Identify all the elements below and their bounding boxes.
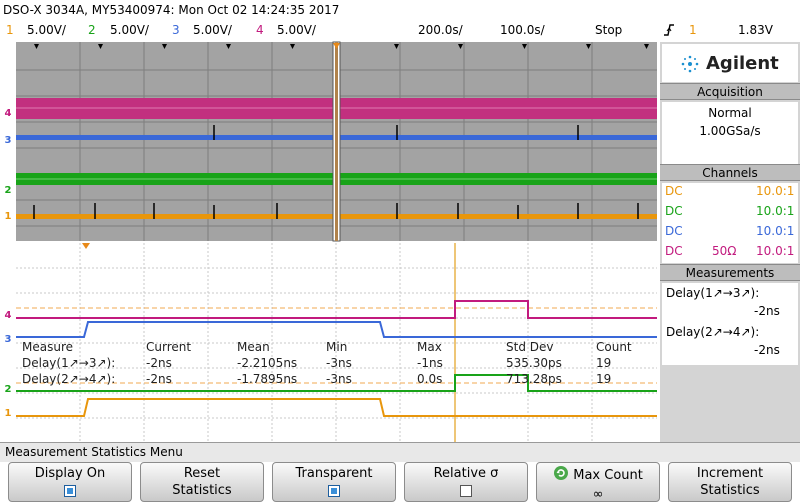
stats-row-2-measure: Delay(2↗→4↗): xyxy=(22,372,116,386)
ch1-ground-marker-lower[interactable]: 1 xyxy=(1,408,15,419)
measurement-1-value: -2ns xyxy=(754,304,780,318)
ch2-number[interactable]: 2 xyxy=(88,23,96,37)
logo-box: Agilent xyxy=(662,44,798,82)
transparent-checkbox[interactable] xyxy=(328,484,340,497)
ch3-ground-marker[interactable]: 3 xyxy=(1,135,15,146)
increment-statistics-button[interactable]: Increment Statistics xyxy=(668,462,792,502)
stats-row-2-max: 0.0s xyxy=(417,372,443,386)
measurements-box[interactable]: Delay(1↗→3↗): -2ns Delay(2↗→4↗): -2ns xyxy=(662,283,798,365)
stats-row-2-mean: -1.7895ns xyxy=(237,372,298,386)
ch1-scale[interactable]: 5.00V/ xyxy=(27,23,66,37)
stats-row-1-stddev: 535.30ps xyxy=(506,356,562,370)
reset-statistics-button[interactable]: Reset Statistics xyxy=(140,462,264,502)
run-state[interactable]: Stop xyxy=(595,23,622,37)
ch1-coupling: DC xyxy=(665,184,683,198)
trigger-channel[interactable]: 1 xyxy=(689,23,697,37)
relative-sigma-button[interactable]: Relative σ xyxy=(404,462,528,502)
max-count-value: ∞ xyxy=(592,487,604,502)
ch3-ground-marker-lower[interactable]: 3 xyxy=(1,334,15,345)
stats-header-mean: Mean xyxy=(237,340,270,354)
acquisition-rate: 1.00GSa/s xyxy=(699,124,761,138)
ch4-ground-marker-lower[interactable]: 4 xyxy=(1,310,15,321)
ch3-number[interactable]: 3 xyxy=(172,23,180,37)
reset-label-1: Reset xyxy=(183,466,221,481)
increment-label-2: Statistics xyxy=(700,483,760,498)
acquisition-box[interactable]: Normal 1.00GSa/s xyxy=(662,102,798,164)
ch1-ground-marker[interactable]: 1 xyxy=(1,211,15,222)
stats-row-1-measure: Delay(1↗→3↗): xyxy=(22,356,116,370)
stats-row-1-current: -2ns xyxy=(146,356,172,370)
stats-row-2-current: -2ns xyxy=(146,372,172,386)
ch2-coupling: DC xyxy=(665,204,683,218)
measurement-2-value: -2ns xyxy=(754,343,780,357)
increment-label-1: Increment xyxy=(696,466,764,481)
ch2-ground-marker-lower[interactable]: 2 xyxy=(1,384,15,395)
transparent-button[interactable]: Transparent xyxy=(272,462,396,502)
menu-title: Measurement Statistics Menu xyxy=(5,445,183,459)
max-count-label: Max Count xyxy=(573,468,643,483)
agilent-logo: Agilent xyxy=(706,53,779,74)
measurement-2-label: Delay(2↗→4↗): xyxy=(666,325,760,339)
delay-readout[interactable]: 100.0s/ xyxy=(500,23,545,37)
measurement-1-label: Delay(1↗→3↗): xyxy=(666,286,760,300)
rising-edge-icon xyxy=(663,22,675,41)
display-on-checkbox[interactable] xyxy=(64,484,76,497)
ch1-probe: 10.0:1 xyxy=(756,184,795,198)
display-on-button[interactable]: Display On xyxy=(8,462,132,502)
transparent-label: Transparent xyxy=(295,466,373,481)
window-title: DSO-X 3034A, MY53400974: Mon Oct 02 14:2… xyxy=(3,3,340,17)
ch3-coupling: DC xyxy=(665,224,683,238)
ch4-impedance: 50Ω xyxy=(712,244,737,258)
channels-box[interactable]: DC 10.0:1 DC 10.0:1 DC 10.0:1 DC 50Ω 10.… xyxy=(662,183,798,263)
max-count-button[interactable]: Max Count ∞ xyxy=(536,462,660,502)
stats-row-1-max: -1ns xyxy=(417,356,443,370)
display-on-label: Display On xyxy=(34,466,106,481)
relative-sigma-label: Relative σ xyxy=(433,466,499,481)
side-panel: Agilent Acquisition Normal 1.00GSa/s Cha… xyxy=(660,42,800,442)
ch2-ground-marker[interactable]: 2 xyxy=(1,185,15,196)
ch3-scale[interactable]: 5.00V/ xyxy=(193,23,232,37)
ch3-probe: 10.0:1 xyxy=(756,224,795,238)
channels-title: Channels xyxy=(660,164,800,181)
stats-row-2-min: -3ns xyxy=(326,372,352,386)
stats-row-2-stddev: 713.28ps xyxy=(506,372,562,386)
timebase-readout[interactable]: 200.0s/ xyxy=(418,23,463,37)
acquisition-mode: Normal xyxy=(708,106,752,120)
measurements-title: Measurements xyxy=(660,264,800,281)
ch4-number[interactable]: 4 xyxy=(256,23,264,37)
agilent-spark-icon xyxy=(678,53,702,79)
ch2-scale[interactable]: 5.00V/ xyxy=(110,23,149,37)
ch4-scale[interactable]: 5.00V/ xyxy=(277,23,316,37)
ch4-probe: 10.0:1 xyxy=(756,244,795,258)
stats-row-1-mean: -2.2105ns xyxy=(237,356,298,370)
stats-header-max: Max xyxy=(417,340,442,354)
stats-header-stddev: Std Dev xyxy=(506,340,554,354)
stats-header-current: Current xyxy=(146,340,192,354)
acquisition-title: Acquisition xyxy=(660,83,800,100)
ch4-coupling: DC xyxy=(665,244,683,258)
relative-sigma-checkbox[interactable] xyxy=(460,484,472,497)
ch4-ground-marker[interactable]: 4 xyxy=(1,108,15,119)
ch1-number[interactable]: 1 xyxy=(6,23,14,37)
trigger-level[interactable]: 1.83V xyxy=(738,23,773,37)
stats-row-1-count: 19 xyxy=(596,356,612,370)
reset-label-2: Statistics xyxy=(172,483,232,498)
stats-row-1-min: -3ns xyxy=(326,356,352,370)
stats-header-min: Min xyxy=(326,340,348,354)
refresh-icon xyxy=(553,465,569,486)
stats-header-count: Count xyxy=(596,340,632,354)
stats-header-measure: Measure xyxy=(22,340,73,354)
stats-row-2-count: 19 xyxy=(596,372,612,386)
ch2-probe: 10.0:1 xyxy=(756,204,795,218)
